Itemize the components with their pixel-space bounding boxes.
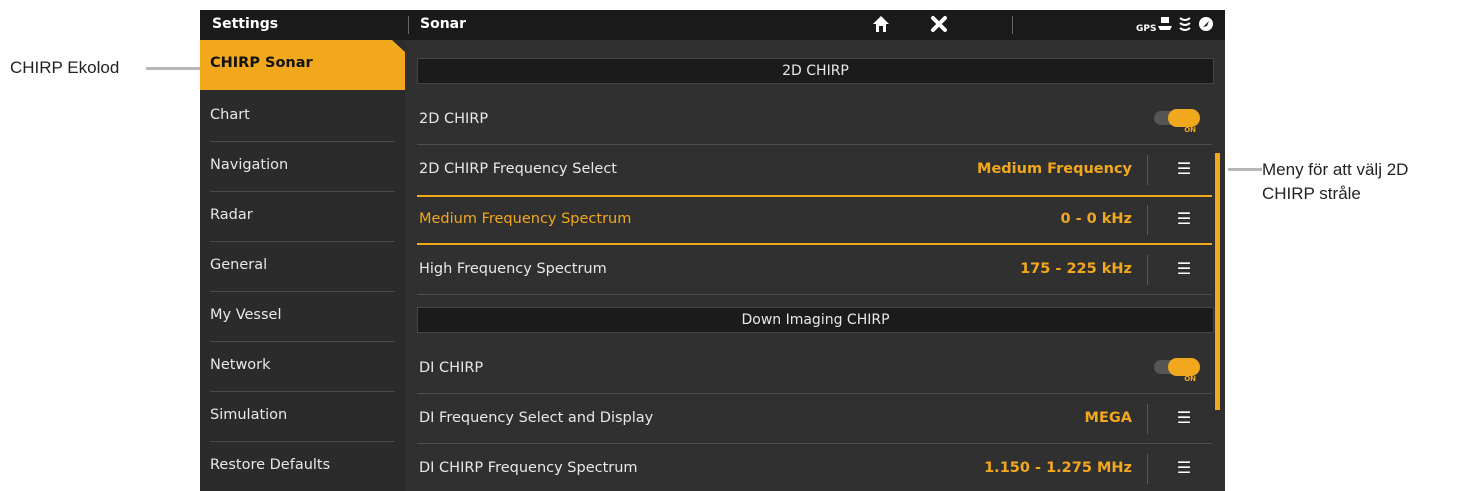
row-label: 2D CHIRP: [419, 111, 489, 127]
row-medium-frequency-spectrum[interactable]: Medium Frequency Spectrum 0 - 0 kHz ☰: [417, 195, 1212, 245]
toggle-di-chirp[interactable]: ON: [1154, 356, 1202, 383]
value-separator: [1147, 404, 1148, 434]
row-di-chirp-frequency-spectrum[interactable]: DI CHIRP Frequency Spectrum 1.150 - 1.27…: [417, 444, 1212, 491]
sidebar-item-radar[interactable]: Radar: [200, 192, 405, 242]
menu-icon[interactable]: ☰: [1174, 458, 1194, 478]
close-icon[interactable]: [930, 14, 948, 40]
sonar-icon: [1178, 15, 1192, 40]
row-label: DI Frequency Select and Display: [419, 410, 654, 426]
section-header-down-imaging-chirp: Down Imaging CHIRP: [417, 307, 1214, 333]
row-value: 1.150 - 1.275 MHz: [984, 460, 1132, 476]
row-high-frequency-spectrum[interactable]: High Frequency Spectrum 175 - 225 kHz ☰: [417, 245, 1212, 295]
row-value: Medium Frequency: [977, 161, 1132, 177]
row-di-frequency-select[interactable]: DI Frequency Select and Display MEGA ☰: [417, 394, 1212, 444]
sidebar-item-label: Simulation: [210, 407, 288, 423]
row-label: DI CHIRP Frequency Spectrum: [419, 460, 638, 476]
row-value: 175 - 225 kHz: [1020, 261, 1132, 277]
sidebar-item-label: CHIRP Sonar: [210, 55, 313, 71]
title-separator: [408, 16, 409, 34]
row-2d-chirp-frequency-select[interactable]: 2D CHIRP Frequency Select Medium Frequen…: [417, 145, 1212, 195]
compass-icon: [1198, 15, 1214, 40]
row-di-chirp[interactable]: DI CHIRP ON: [417, 344, 1212, 394]
toggle-state: ON: [1184, 126, 1196, 134]
sidebar-item-network[interactable]: Network: [200, 342, 405, 392]
sidebar-item-label: Restore Defaults: [210, 457, 331, 473]
menu-icon[interactable]: ☰: [1174, 159, 1194, 179]
sidebar-item-simulation[interactable]: Simulation: [200, 392, 405, 442]
icon-separator: [1012, 16, 1013, 34]
sidebar-item-my-vessel[interactable]: My Vessel: [200, 292, 405, 342]
menu-icon[interactable]: ☰: [1174, 209, 1194, 229]
toggle-knob: [1168, 358, 1200, 376]
sidebar-item-label: Radar: [210, 207, 253, 223]
value-separator: [1147, 454, 1148, 484]
callout-menu-line2: CHIRP stråle: [1262, 184, 1361, 203]
settings-sidebar: CHIRP Sonar Chart Navigation Radar Gener…: [200, 40, 405, 491]
row-label: DI CHIRP: [419, 360, 484, 376]
callout-menu-2d-chirp: Meny för att välj 2D CHIRP stråle: [1262, 158, 1408, 206]
sidebar-item-chirp-sonar[interactable]: CHIRP Sonar: [200, 40, 405, 90]
highlight-top-line: [417, 195, 1212, 197]
settings-title: Settings: [212, 16, 279, 32]
row-label: 2D CHIRP Frequency Select: [419, 161, 617, 177]
row-label: Medium Frequency Spectrum: [419, 211, 632, 227]
row-divider: [417, 294, 1212, 295]
page-title: Sonar: [420, 16, 467, 32]
section-header-2d-chirp: 2D CHIRP: [417, 58, 1214, 84]
sidebar-item-restore-defaults[interactable]: Restore Defaults: [200, 442, 405, 491]
value-separator: [1147, 155, 1148, 185]
sidebar-item-navigation[interactable]: Navigation: [200, 142, 405, 192]
row-value: MEGA: [1084, 410, 1132, 426]
callout-line-left: [146, 67, 202, 70]
callout-menu-line1: Meny för att välj 2D: [1262, 160, 1409, 179]
row-value: 0 - 0 kHz: [1060, 211, 1132, 227]
row-label: High Frequency Spectrum: [419, 261, 607, 277]
gps-icon: GPS: [1136, 24, 1157, 34]
sidebar-item-label: Network: [210, 357, 271, 373]
settings-content: 2D CHIRP 2D CHIRP ON 2D CHIRP Frequency …: [405, 40, 1225, 491]
toggle-2d-chirp[interactable]: ON: [1154, 107, 1202, 134]
home-icon[interactable]: [872, 14, 890, 40]
row-2d-chirp[interactable]: 2D CHIRP ON: [417, 95, 1212, 145]
sidebar-item-label: My Vessel: [210, 307, 282, 323]
sidebar-item-label: Navigation: [210, 157, 289, 173]
toggle-knob: [1168, 109, 1200, 127]
sidebar-item-label: Chart: [210, 107, 250, 123]
sidebar-item-chart[interactable]: Chart: [200, 92, 405, 142]
scrollbar[interactable]: [1215, 153, 1220, 410]
callout-line-right: [1228, 168, 1262, 171]
callout-chirp-ekolod: CHIRP Ekolod: [10, 58, 120, 77]
value-separator: [1147, 205, 1148, 235]
menu-icon[interactable]: ☰: [1174, 408, 1194, 428]
menu-icon[interactable]: ☰: [1174, 259, 1194, 279]
boat-icon: [1157, 15, 1173, 40]
value-separator: [1147, 255, 1148, 285]
toggle-state: ON: [1184, 375, 1196, 383]
sidebar-item-general[interactable]: General: [200, 242, 405, 292]
device-screen: Settings Sonar GPS CHIRP Sonar Chart Nav…: [200, 10, 1225, 491]
sidebar-item-label: General: [210, 257, 268, 273]
top-bar: Settings Sonar GPS: [200, 10, 1225, 40]
